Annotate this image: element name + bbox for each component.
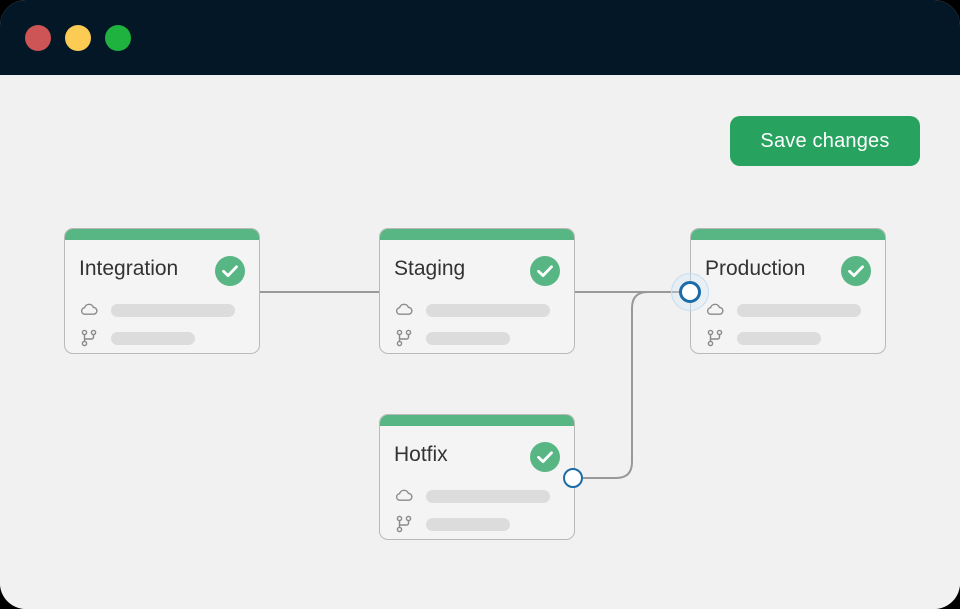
git-branch-icon <box>394 514 414 534</box>
node-body: Integration <box>65 240 259 354</box>
node-header-bar <box>380 415 574 426</box>
node-header-bar <box>691 229 885 240</box>
cloud-icon <box>394 300 414 320</box>
hotfix-output-port[interactable] <box>563 468 583 488</box>
node-title: Hotfix <box>394 443 448 467</box>
node-body: Staging <box>380 240 574 354</box>
node-body: Production <box>691 240 885 354</box>
node-header-bar <box>65 229 259 240</box>
node-detail-row <box>79 328 195 348</box>
pipeline-node-integration[interactable]: Integration <box>64 228 260 354</box>
node-detail-placeholder <box>426 490 550 503</box>
check-circle-icon <box>841 256 871 286</box>
check-circle-icon <box>215 256 245 286</box>
pipeline-node-staging[interactable]: Staging <box>379 228 575 354</box>
node-detail-row <box>394 486 550 506</box>
check-circle-icon <box>530 256 560 286</box>
zoom-button[interactable] <box>105 25 131 51</box>
node-detail-placeholder <box>426 332 510 345</box>
minimize-button[interactable] <box>65 25 91 51</box>
pipeline-canvas[interactable]: Save changes Integration <box>0 75 960 609</box>
node-detail-placeholder <box>111 304 235 317</box>
node-detail-placeholder <box>426 304 550 317</box>
node-header-bar <box>380 229 574 240</box>
check-circle-icon <box>530 442 560 472</box>
pipeline-node-production[interactable]: Production <box>690 228 886 354</box>
node-detail-placeholder <box>737 304 861 317</box>
node-detail-row <box>79 300 235 320</box>
node-title: Production <box>705 257 805 281</box>
node-detail-row <box>705 328 821 348</box>
node-detail-placeholder <box>426 518 510 531</box>
git-branch-icon <box>705 328 725 348</box>
node-detail-row <box>394 300 550 320</box>
cloud-icon <box>394 486 414 506</box>
close-button[interactable] <box>25 25 51 51</box>
node-body: Hotfix <box>380 426 574 540</box>
pipeline-node-hotfix[interactable]: Hotfix <box>379 414 575 540</box>
git-branch-icon <box>79 328 99 348</box>
connector-hotfix-production <box>583 292 690 478</box>
production-input-port[interactable] <box>679 281 701 303</box>
app-window: Save changes Integration <box>0 0 960 609</box>
cloud-icon <box>79 300 99 320</box>
node-title: Integration <box>79 257 178 281</box>
node-detail-placeholder <box>737 332 821 345</box>
git-branch-icon <box>394 328 414 348</box>
title-bar <box>0 0 960 75</box>
save-changes-button[interactable]: Save changes <box>730 116 920 166</box>
node-detail-row <box>705 300 861 320</box>
node-detail-placeholder <box>111 332 195 345</box>
node-detail-row <box>394 514 510 534</box>
node-detail-row <box>394 328 510 348</box>
cloud-icon <box>705 300 725 320</box>
node-title: Staging <box>394 257 465 281</box>
